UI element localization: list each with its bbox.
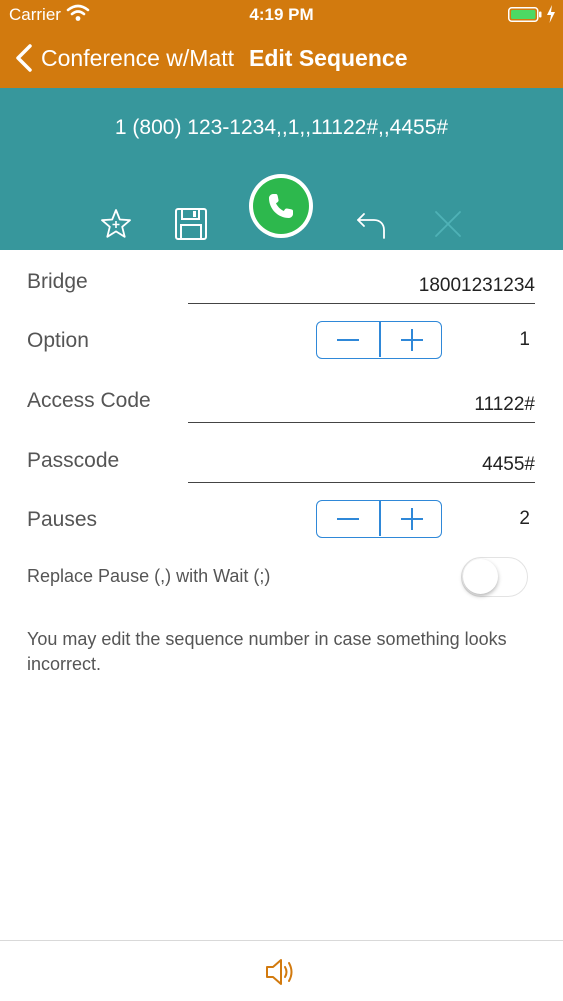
bridge-field[interactable]: 18001231234 <box>188 268 535 304</box>
access-code-label: Access Code <box>27 389 151 412</box>
stepper-divider <box>379 501 381 536</box>
back-button[interactable]: Conference w/Matt <box>41 45 234 72</box>
option-value: 1 <box>519 329 530 350</box>
back-chevron-icon[interactable] <box>14 44 34 72</box>
top-bar: Carrier 4:19 PM Conference w/Matt Edit S… <box>0 0 563 88</box>
pauses-row: Pauses 2 <box>0 500 563 550</box>
replace-pause-label: Replace Pause (,) with Wait (;) <box>27 566 271 586</box>
replace-pause-toggle[interactable] <box>461 557 528 597</box>
minus-icon <box>337 518 359 520</box>
bridge-label: Bridge <box>27 270 88 293</box>
phone-icon <box>269 194 293 218</box>
bottom-toolbar <box>0 940 563 1001</box>
star-icon[interactable] <box>98 206 134 242</box>
battery-icon <box>508 7 542 22</box>
sequence-header: 1 (800) 123-1234,,1,,11122#,,4455# <box>0 88 563 250</box>
stepper-divider <box>379 322 381 357</box>
save-icon[interactable] <box>173 206 209 242</box>
undo-icon[interactable] <box>354 206 390 242</box>
option-stepper <box>316 321 442 359</box>
pauses-label: Pauses <box>27 508 98 531</box>
navigation-bar: Conference w/Matt Edit Sequence <box>0 30 563 88</box>
bridge-row: Bridge 18001231234 <box>0 262 563 312</box>
plus-icon-vertical <box>411 329 413 351</box>
option-row: Option 1 <box>0 321 563 371</box>
passcode-field[interactable]: 4455# <box>188 447 535 483</box>
access-code-field[interactable]: 11122# <box>188 387 535 423</box>
status-bar: Carrier 4:19 PM <box>0 0 563 30</box>
call-button-fill <box>253 178 309 234</box>
close-icon[interactable] <box>430 206 466 242</box>
status-time: 4:19 PM <box>249 5 314 24</box>
speaker-icon[interactable] <box>263 954 299 990</box>
pauses-stepper <box>316 500 442 538</box>
pauses-value: 2 <box>519 508 530 529</box>
call-button[interactable] <box>249 174 313 238</box>
access-code-row: Access Code 11122# <box>0 381 563 431</box>
page-title: Edit Sequence <box>249 45 408 71</box>
passcode-row: Passcode 4455# <box>0 441 563 491</box>
sequence-display: 1 (800) 123-1234,,1,,11122#,,4455# <box>114 116 449 139</box>
minus-icon <box>337 339 359 341</box>
passcode-label: Passcode <box>27 449 120 472</box>
toggle-knob <box>463 559 498 594</box>
help-note: You may edit the sequence number in case… <box>27 629 507 674</box>
charging-bolt-icon <box>547 5 555 23</box>
option-label: Option <box>27 329 89 352</box>
plus-icon-vertical <box>411 508 413 530</box>
